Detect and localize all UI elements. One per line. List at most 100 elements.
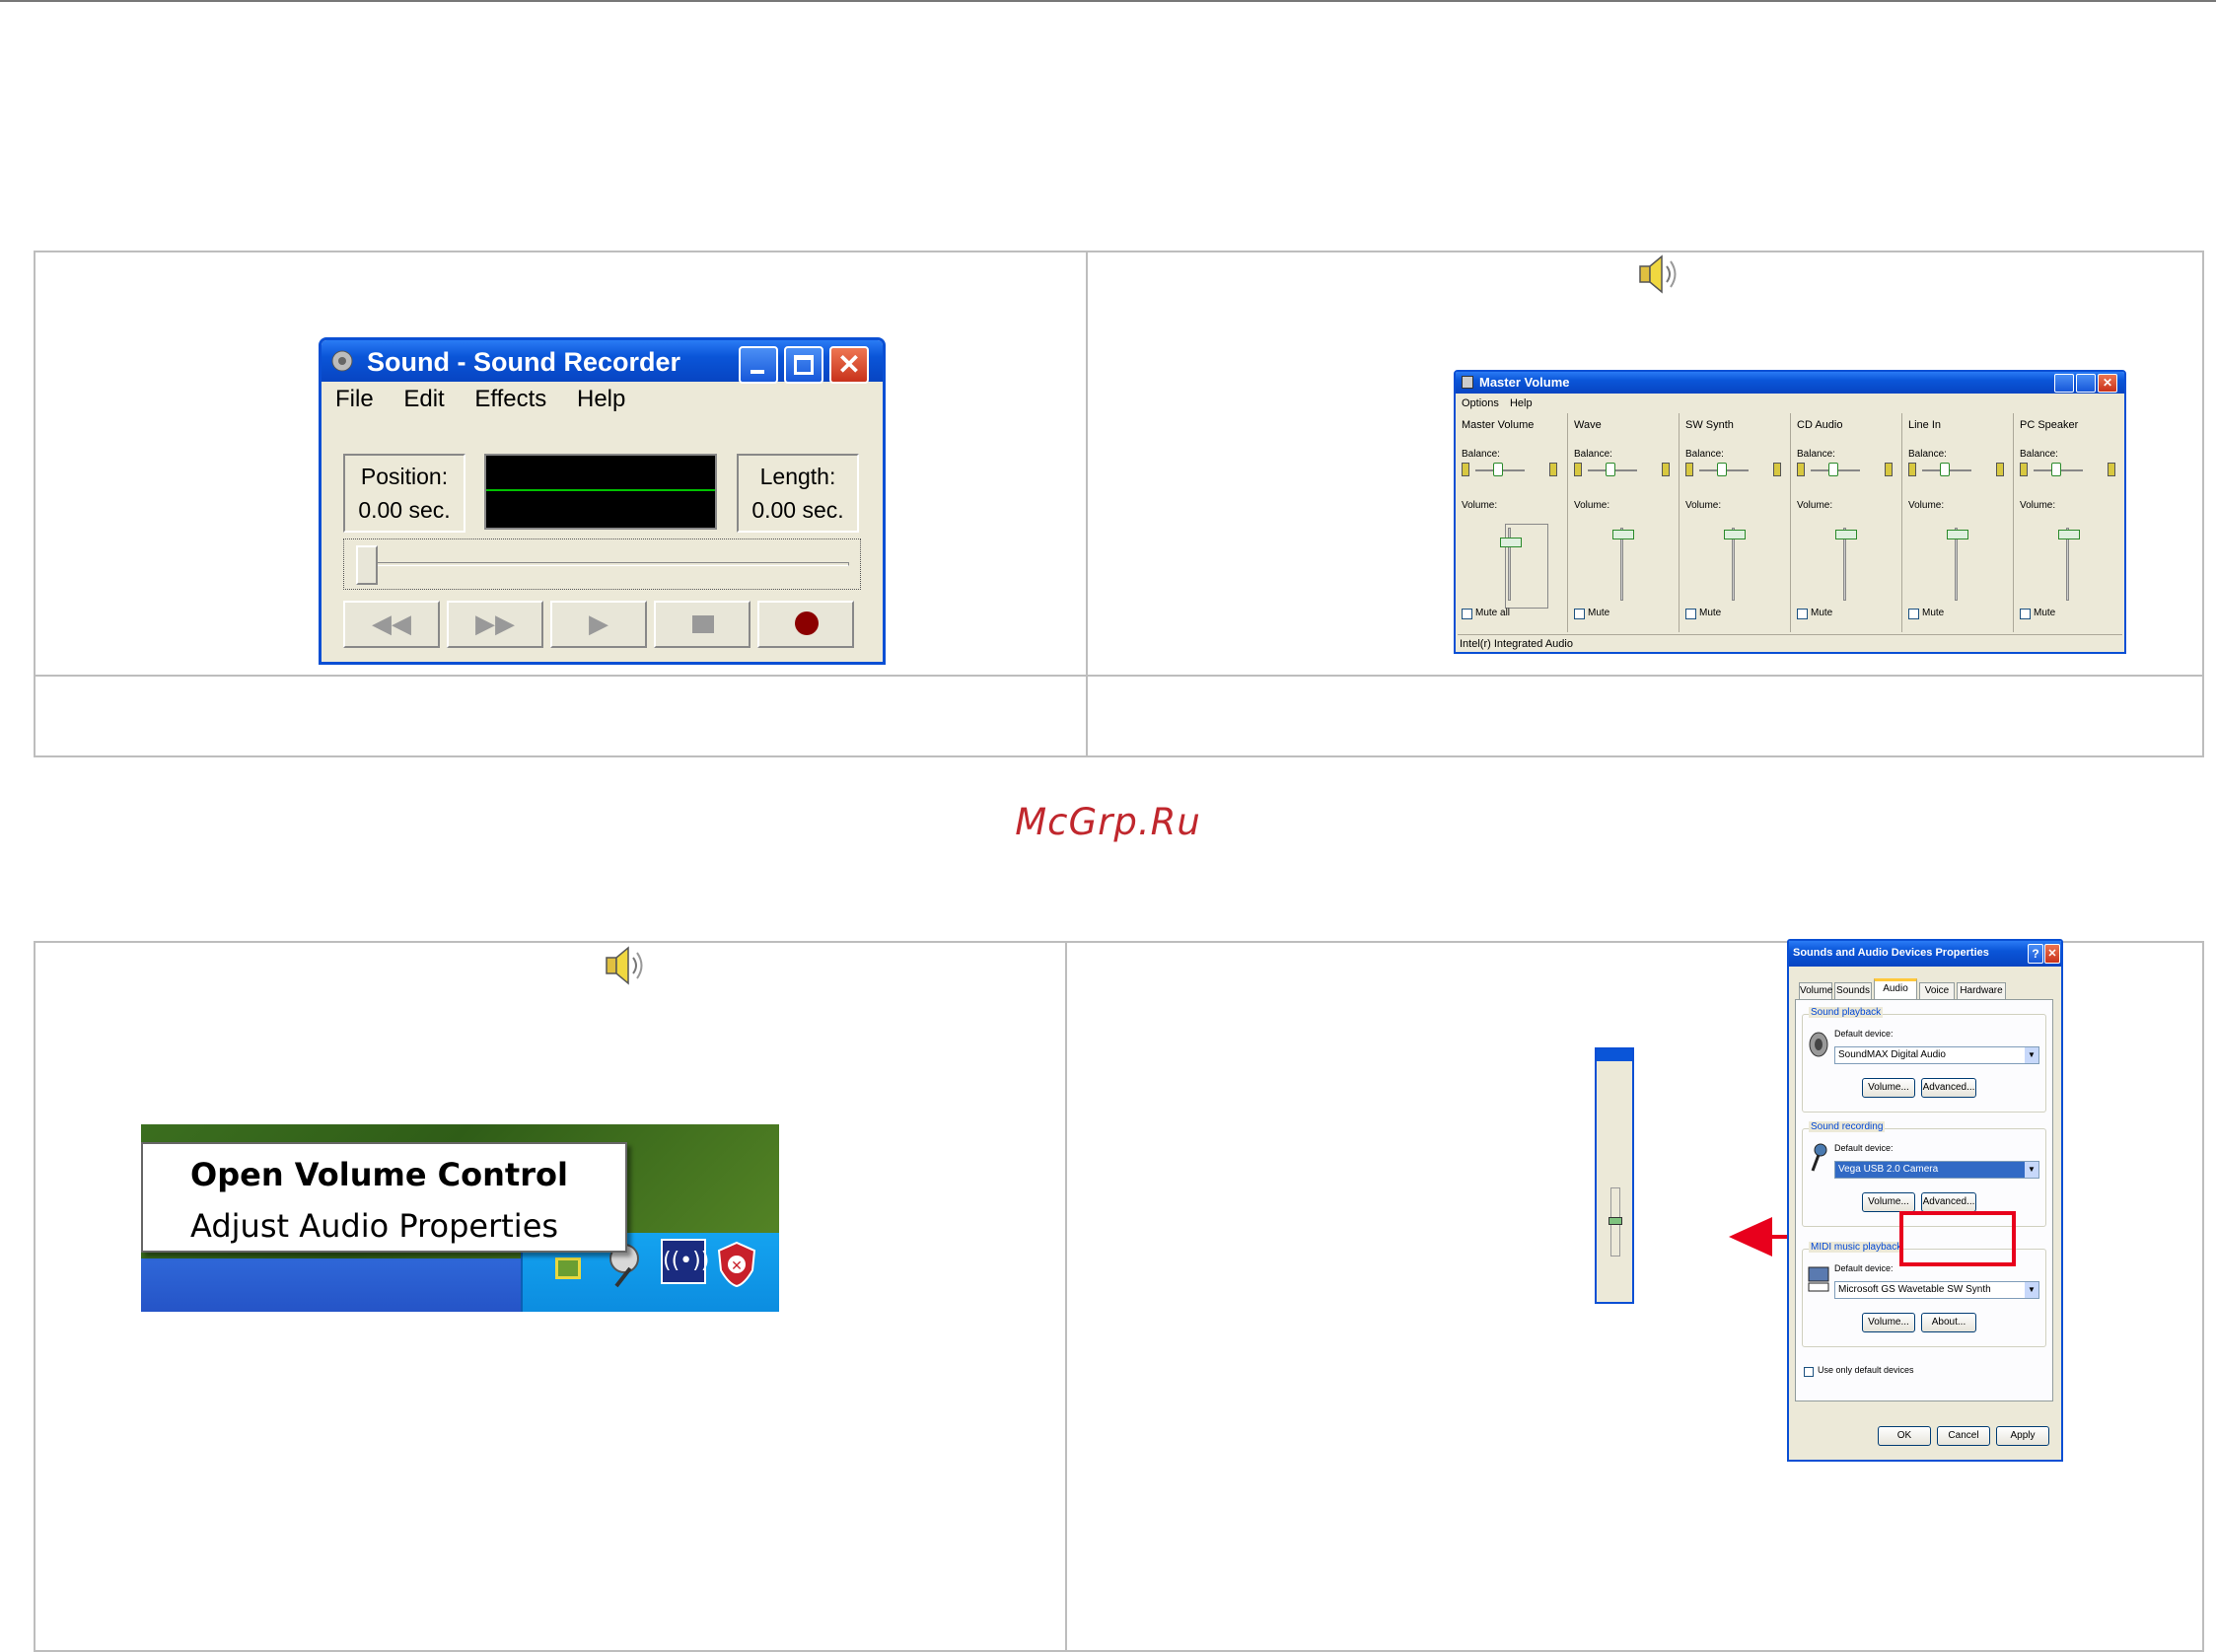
midi-about-button[interactable]: About...: [1921, 1313, 1976, 1332]
channel-strips: Master Volume Balance: Volume: Mute all Wave…: [1456, 413, 2124, 632]
mute-label: Mute: [1699, 608, 1722, 618]
minimize-button[interactable]: [739, 346, 778, 384]
volume-label: Volume:: [2020, 500, 2056, 511]
top-rule: [0, 0, 2216, 2]
midi-device-select[interactable]: Microsoft GS Wavetable SW Synth ▼: [1834, 1281, 2039, 1299]
channel-name: Wave: [1574, 419, 1602, 431]
rewind-button[interactable]: ◀◀: [343, 601, 440, 648]
volume-thumb[interactable]: [1946, 530, 1968, 539]
channel-strip: SW Synth Balance: Volume: Mute: [1679, 413, 1790, 632]
maximize-button[interactable]: [2076, 374, 2096, 393]
mute-checkbox[interactable]: [1797, 609, 1808, 619]
volume-thumb[interactable]: [1834, 530, 1857, 539]
table-cell-mid-left: [34, 675, 1088, 757]
apply-button[interactable]: Apply: [1996, 1426, 2049, 1446]
minimize-button[interactable]: [2054, 374, 2074, 393]
stop-button[interactable]: [654, 601, 751, 648]
tab-volume[interactable]: Volume: [1799, 982, 1832, 1000]
menu-effects[interactable]: Effects: [474, 386, 546, 412]
balance-thumb[interactable]: [1493, 463, 1503, 476]
cancel-button[interactable]: Cancel: [1937, 1426, 1990, 1446]
balance-thumb[interactable]: [1717, 463, 1727, 476]
volume-thumb[interactable]: [2057, 530, 2080, 539]
use-only-default-label: Use only default devices: [1818, 1365, 1914, 1375]
speaker-left-icon: [1462, 463, 1469, 476]
midi-volume-button[interactable]: Volume...: [1862, 1313, 1915, 1332]
volume-thumb[interactable]: [1499, 538, 1522, 547]
midi-device-value: Microsoft GS Wavetable SW Synth: [1838, 1284, 1991, 1295]
close-button[interactable]: ✕: [2044, 944, 2060, 964]
tab-voice[interactable]: Voice: [1919, 982, 1955, 1000]
balance-thumb[interactable]: [1606, 463, 1615, 476]
play-button[interactable]: ▶: [550, 601, 647, 648]
menu-edit[interactable]: Edit: [403, 386, 444, 412]
mute-checkbox[interactable]: [1685, 609, 1696, 619]
playback-device-select[interactable]: SoundMAX Digital Audio ▼: [1834, 1046, 2039, 1064]
window-title: Sounds and Audio Devices Properties: [1793, 947, 1989, 959]
mute-checkbox[interactable]: [1574, 609, 1585, 619]
use-only-default-checkbox[interactable]: [1804, 1367, 1814, 1377]
window-title: Sound - Sound Recorder: [367, 347, 681, 377]
channel-name: Master Volume: [1462, 419, 1535, 431]
mute-checkbox[interactable]: [1462, 609, 1472, 619]
default-device-label: Default device:: [1834, 1263, 1894, 1273]
seek-thumb[interactable]: [356, 545, 378, 585]
length-value: 0.00 sec.: [751, 497, 844, 523]
record-button[interactable]: [757, 601, 854, 648]
menu-help[interactable]: Help: [577, 386, 625, 412]
playback-advanced-button[interactable]: Advanced...: [1921, 1078, 1976, 1098]
balance-thumb[interactable]: [2051, 463, 2061, 476]
menu-options[interactable]: Options: [1462, 397, 1499, 409]
mute-checkbox[interactable]: [1908, 609, 1919, 619]
group-label: Sound playback: [1809, 1007, 1884, 1018]
recording-device-select[interactable]: Vega USB 2.0 Camera ▼: [1834, 1161, 2039, 1179]
playback-volume-button[interactable]: Volume...: [1862, 1078, 1915, 1098]
volume-label: Volume:: [1574, 500, 1610, 511]
tab-audio[interactable]: Audio: [1874, 978, 1917, 1000]
menu-item-adjust-audio-properties[interactable]: Adjust Audio Properties: [190, 1207, 558, 1245]
volume-thumb[interactable]: [1611, 530, 1634, 539]
seek-slider[interactable]: [343, 539, 861, 590]
wireless-tray-icon[interactable]: ((•)): [661, 1239, 709, 1284]
group-label: MIDI music playback: [1809, 1242, 1904, 1253]
channel-name: Line In: [1908, 419, 1942, 431]
tab-panel: Sound playback Default device: SoundMAX …: [1795, 999, 2053, 1401]
speaker-right-icon: [1549, 463, 1557, 476]
balance-thumb[interactable]: [1940, 463, 1950, 476]
fast-forward-button[interactable]: ▶▶: [447, 601, 543, 648]
tab-hardware[interactable]: Hardware: [1957, 982, 2006, 1000]
default-device-label: Default device:: [1834, 1143, 1894, 1153]
title-bar: Sounds and Audio Devices Properties ? ✕: [1789, 941, 2061, 967]
recording-volume-button[interactable]: Volume...: [1862, 1192, 1915, 1212]
length-panel: Length: 0.00 sec.: [737, 454, 859, 533]
menu-item-open-volume-control[interactable]: Open Volume Control: [190, 1156, 568, 1193]
volume-thumb[interactable]: [1723, 530, 1746, 539]
mute-label: Mute: [2034, 608, 2056, 618]
speaker-icon: [606, 946, 643, 985]
mute-checkbox[interactable]: [2020, 609, 2031, 619]
volume-label: Volume:: [1462, 500, 1498, 511]
help-button[interactable]: ?: [2028, 944, 2043, 964]
close-button[interactable]: ✕: [829, 346, 869, 384]
speaker-left-icon: [1685, 463, 1693, 476]
close-button[interactable]: ✕: [2098, 374, 2117, 393]
balance-label: Balance:: [1462, 449, 1500, 460]
midi-device-icon: [1808, 1266, 1829, 1292]
menu-file[interactable]: File: [335, 386, 374, 412]
menu-help[interactable]: Help: [1510, 397, 1533, 409]
title-bar: Master Volume ✕: [1456, 372, 2124, 394]
volume-label: Volume:: [1908, 500, 1945, 511]
position-label: Position:: [360, 464, 449, 489]
tab-sounds[interactable]: Sounds: [1834, 982, 1872, 1000]
balance-thumb[interactable]: [1828, 463, 1838, 476]
maximize-button[interactable]: [784, 346, 823, 384]
speaker-left-icon: [1574, 463, 1582, 476]
title-bar: Sound - Sound Recorder ✕: [322, 340, 883, 384]
channel-name: SW Synth: [1685, 419, 1734, 431]
volume-slider-frame: [1505, 524, 1548, 609]
network-tray-icon[interactable]: [555, 1257, 581, 1279]
security-alert-tray-icon[interactable]: ✕: [715, 1241, 758, 1288]
recording-advanced-button[interactable]: Advanced...: [1921, 1192, 1976, 1212]
default-device-label: Default device:: [1834, 1029, 1894, 1039]
ok-button[interactable]: OK: [1878, 1426, 1931, 1446]
